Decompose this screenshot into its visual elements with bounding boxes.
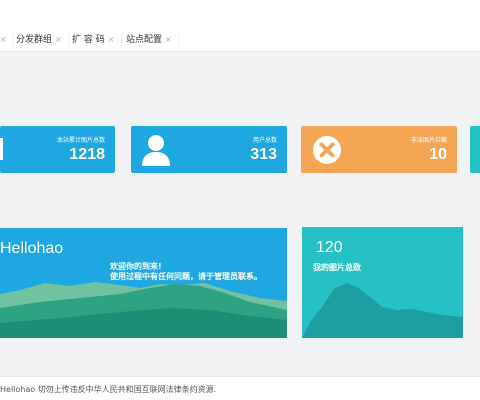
stat-label: 本站累计图片总数 bbox=[56, 137, 105, 144]
close-icon[interactable]: × bbox=[108, 28, 115, 52]
help-message: 使用过程中有任何问题，请于管理员联系。 bbox=[110, 272, 262, 281]
stat-card-total-images: 本站累计图片总数 1218 bbox=[0, 126, 115, 173]
tab-distribution-groups[interactable]: 分发群组 × bbox=[16, 28, 70, 52]
tab-partial[interactable]: × bbox=[0, 28, 14, 52]
close-icon[interactable]: × bbox=[165, 28, 172, 52]
footer-notice: Hellohao 切勿上传违反中华人民共和国互联网法律条约资源. bbox=[0, 385, 217, 394]
image-count: 120 bbox=[316, 239, 343, 256]
stat-card-blocked-images: 非法图片拦截 10 bbox=[301, 126, 457, 173]
image-count-label: 我的图片总数 bbox=[313, 263, 361, 272]
stat-value: 313 bbox=[250, 146, 277, 163]
stat-label: 非法图片拦截 bbox=[410, 137, 447, 144]
block-icon bbox=[313, 136, 341, 164]
welcome-banner: Hellohao 欢迎你的到来! 使用过程中有任何问题，请于管理员联系。 bbox=[0, 228, 287, 338]
tab-site-config[interactable]: 站点配置 × bbox=[126, 28, 180, 52]
stat-label: 用户总数 bbox=[252, 137, 277, 144]
stat-card-partial bbox=[470, 126, 480, 173]
stat-value: 10 bbox=[429, 146, 447, 163]
tab-label: 站点配置 bbox=[126, 35, 163, 45]
image-icon bbox=[0, 138, 3, 160]
tab-label: 扩 容 码 bbox=[72, 35, 105, 45]
tab-label: 分发群组 bbox=[16, 35, 53, 45]
close-icon[interactable]: × bbox=[55, 28, 62, 52]
close-icon[interactable]: × bbox=[0, 28, 7, 52]
user-icon bbox=[142, 135, 170, 166]
top-header bbox=[0, 0, 480, 28]
my-images-card: 120 我的图片总数 bbox=[302, 227, 463, 338]
stat-card-users: 用户总数 313 bbox=[131, 126, 287, 173]
stat-value: 1218 bbox=[69, 146, 105, 163]
tab-expansion-code[interactable]: 扩 容 码 × bbox=[72, 28, 123, 52]
username-title: Hellohao bbox=[0, 240, 64, 257]
tab-bar: × 分发群组 × 扩 容 码 × 站点配置 × bbox=[0, 28, 480, 52]
footer: Hellohao 切勿上传违反中华人民共和国互联网法律条约资源. bbox=[0, 376, 480, 400]
